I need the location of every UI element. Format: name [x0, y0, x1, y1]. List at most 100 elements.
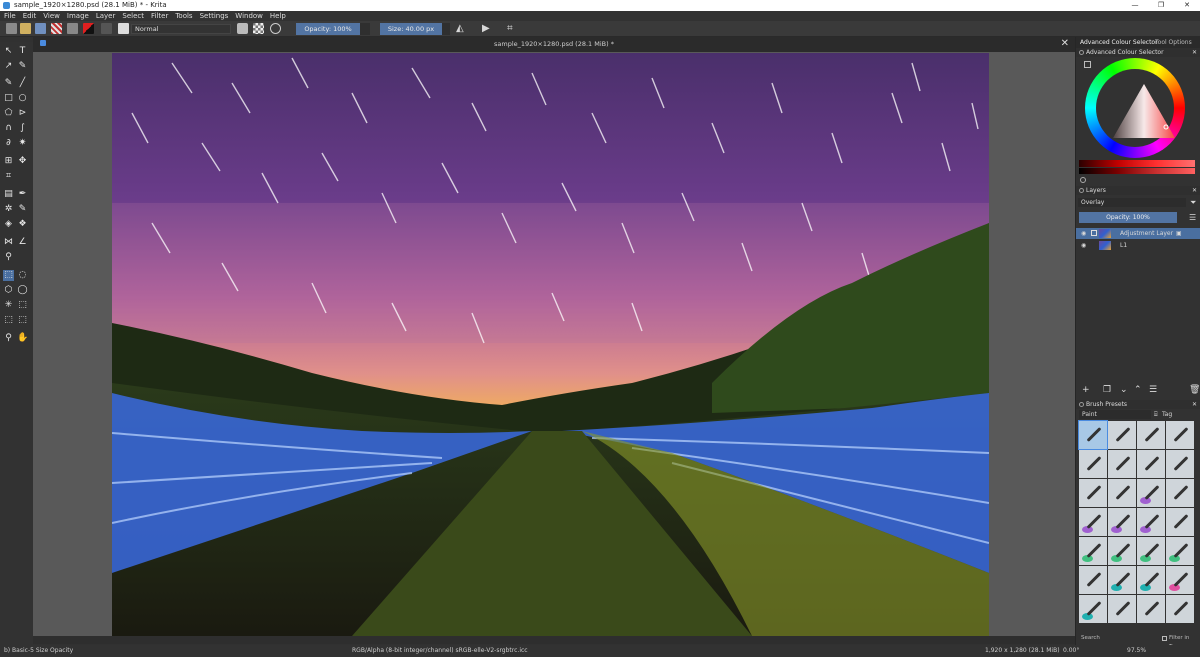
- preset-filter-select[interactable]: Paint: [1079, 410, 1151, 419]
- menu-edit[interactable]: Edit: [23, 11, 37, 21]
- eraser-mode-icon[interactable]: [237, 23, 248, 34]
- document-tab-title[interactable]: sample_1920×1280.psd (28.1 MiB) *: [33, 40, 1075, 48]
- layer-opacity-slider[interactable]: Opacity: 100%: [1079, 212, 1177, 223]
- layer-name-l1[interactable]: L1: [1120, 240, 1127, 251]
- layer-row-l1[interactable]: ◉ L1: [1076, 240, 1200, 251]
- pattern-swatch-icon[interactable]: [67, 23, 78, 34]
- ellipse-tool-icon[interactable]: ○: [17, 93, 28, 104]
- line-tool-icon[interactable]: ╱: [17, 78, 28, 89]
- similar-color-selection-icon[interactable]: ⬚: [17, 300, 28, 311]
- brush-preset-item[interactable]: [1079, 450, 1107, 478]
- brush-preset-item[interactable]: [1108, 450, 1136, 478]
- menu-filter[interactable]: Filter: [151, 11, 168, 21]
- brush-preset-item[interactable]: [1108, 566, 1136, 594]
- panel-close-icon[interactable]: ✕: [1192, 48, 1197, 57]
- size-slider[interactable]: Size: 40.00 px: [380, 23, 442, 35]
- mirror-vertical-icon[interactable]: ▶: [482, 23, 490, 34]
- assistant-tool-icon[interactable]: ⋈: [3, 237, 14, 248]
- menu-settings[interactable]: Settings: [200, 11, 229, 21]
- layer-row-adjustment[interactable]: ◉ Adjustment Layer ▣: [1076, 228, 1200, 239]
- add-layer-icon[interactable]: +: [1082, 384, 1090, 396]
- gradient-tool-icon[interactable]: ▤: [3, 189, 14, 200]
- opacity-slider[interactable]: Opacity: 100%: [296, 23, 360, 35]
- magnetic-selection-icon[interactable]: ⬚: [17, 315, 28, 326]
- status-rotation[interactable]: 0.00°: [1063, 645, 1079, 657]
- brush-preset-item[interactable]: [1166, 537, 1194, 565]
- freehand-path-icon[interactable]: ∫: [17, 123, 28, 134]
- save-document-icon[interactable]: [35, 23, 46, 34]
- canvas-image[interactable]: [112, 53, 989, 636]
- brush-preset-item[interactable]: [1108, 508, 1136, 536]
- polygon-tool-icon[interactable]: ⬠: [3, 108, 14, 119]
- rectangle-tool-icon[interactable]: □: [3, 93, 14, 104]
- colorize-mask-icon[interactable]: ✎: [17, 204, 28, 215]
- elliptical-selection-icon[interactable]: ◌: [17, 270, 28, 281]
- transform-tool-icon[interactable]: ⊞: [3, 156, 14, 167]
- panel-float-icon[interactable]: [1079, 50, 1084, 55]
- delete-layer-icon[interactable]: 🗑: [1189, 384, 1200, 396]
- wrap-around-icon[interactable]: ⌗: [507, 23, 513, 34]
- brush-preset-item[interactable]: [1166, 450, 1194, 478]
- contiguous-selection-icon[interactable]: ✳: [3, 300, 14, 311]
- brush-preset-item[interactable]: [1137, 595, 1165, 623]
- freehand-brush-icon[interactable]: ✎: [3, 78, 14, 89]
- close-document-icon[interactable]: ✕: [1061, 38, 1069, 49]
- smart-patch-icon[interactable]: ✲: [3, 204, 14, 215]
- reload-preset-icon[interactable]: [270, 23, 281, 34]
- move-tool-icon[interactable]: ✥: [17, 156, 28, 167]
- pan-tool-icon[interactable]: ✋: [17, 333, 28, 344]
- edit-shapes-icon[interactable]: ↗: [3, 61, 14, 72]
- history-colours-icon[interactable]: [1080, 177, 1086, 183]
- presets-float-icon[interactable]: [1079, 402, 1084, 407]
- colour-wheel[interactable]: [1085, 58, 1185, 158]
- close-window-button[interactable]: ✕: [1174, 0, 1200, 11]
- move-layer-down-icon[interactable]: ⌄: [1120, 384, 1128, 396]
- hue-slider[interactable]: [1079, 160, 1195, 167]
- polygonal-selection-icon[interactable]: ⬡: [3, 285, 14, 296]
- crop-tool-icon[interactable]: ⌗: [3, 171, 14, 182]
- opacity-slider-track[interactable]: [360, 23, 370, 35]
- reference-images-icon[interactable]: ⚲: [3, 252, 14, 263]
- layer-options-icon[interactable]: ☰: [1189, 213, 1196, 222]
- text-tool-icon[interactable]: T: [17, 46, 28, 57]
- freehand-selection-icon[interactable]: ◯: [17, 285, 28, 296]
- select-shapes-icon[interactable]: ↖: [3, 46, 14, 57]
- filter-in-tag-checkbox[interactable]: [1162, 636, 1167, 641]
- gradient-swatch-icon[interactable]: [51, 23, 62, 34]
- layer-lock-icon[interactable]: ▣: [1176, 228, 1182, 239]
- preset-search-input[interactable]: Search: [1081, 634, 1100, 643]
- blend-mode-select[interactable]: Normal: [131, 24, 231, 34]
- mirror-horizontal-icon[interactable]: ◭: [456, 23, 464, 34]
- move-layer-up-icon[interactable]: ⌃: [1134, 384, 1142, 396]
- minimize-button[interactable]: —: [1122, 0, 1148, 11]
- brush-settings-icon[interactable]: [101, 23, 112, 34]
- menu-help[interactable]: Help: [270, 11, 286, 21]
- preset-tag-label[interactable]: Tag: [1162, 410, 1172, 419]
- brush-preset-item[interactable]: [1108, 595, 1136, 623]
- presets-close-icon[interactable]: ✕: [1192, 400, 1197, 409]
- polyline-tool-icon[interactable]: ⊳: [17, 108, 28, 119]
- bezier-selection-icon[interactable]: ⬚: [3, 315, 14, 326]
- layer-blend-mode-select[interactable]: Overlay: [1078, 198, 1186, 207]
- menu-window[interactable]: Window: [235, 11, 263, 21]
- pattern-edit-icon[interactable]: ❖: [17, 219, 28, 230]
- visibility-eye-icon[interactable]: ◉: [1081, 228, 1086, 239]
- zoom-tool-icon[interactable]: ⚲: [3, 333, 14, 344]
- menu-file[interactable]: File: [4, 11, 16, 21]
- brush-preset-item[interactable]: [1137, 566, 1165, 594]
- brush-preset-item[interactable]: [1079, 537, 1107, 565]
- duplicate-layer-icon[interactable]: ❐: [1103, 384, 1111, 396]
- brush-preset-item[interactable]: [1137, 479, 1165, 507]
- preserve-alpha-icon[interactable]: [253, 23, 264, 34]
- brush-preset-item[interactable]: [1166, 595, 1194, 623]
- maximize-button[interactable]: ❐: [1148, 0, 1174, 11]
- brush-preset-item[interactable]: [1137, 421, 1165, 449]
- size-slider-track[interactable]: [442, 23, 450, 35]
- brush-preset-item[interactable]: [1166, 421, 1194, 449]
- menu-layer[interactable]: Layer: [96, 11, 116, 21]
- brush-preset-item[interactable]: [1108, 479, 1136, 507]
- layer-checkbox-icon[interactable]: [1091, 230, 1097, 236]
- fill-tool-icon[interactable]: ◈: [3, 219, 14, 230]
- brush-preset-item[interactable]: [1078, 420, 1108, 450]
- brush-preset-item[interactable]: [1137, 508, 1165, 536]
